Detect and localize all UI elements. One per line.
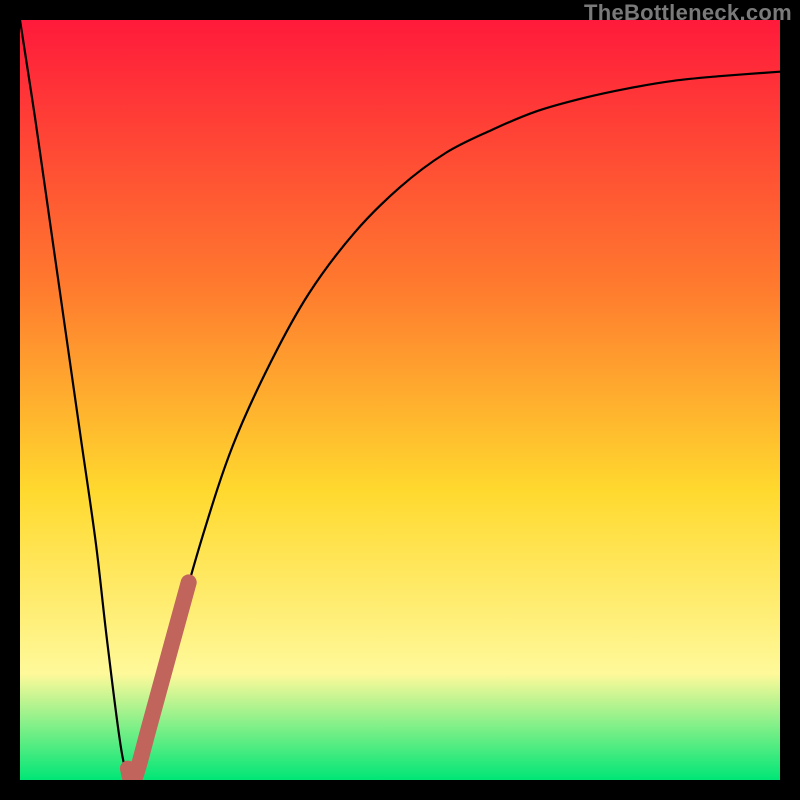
chart-svg xyxy=(20,20,780,780)
plot-area xyxy=(20,20,780,780)
gradient-background xyxy=(20,20,780,780)
chart-frame: TheBottleneck.com xyxy=(0,0,800,800)
